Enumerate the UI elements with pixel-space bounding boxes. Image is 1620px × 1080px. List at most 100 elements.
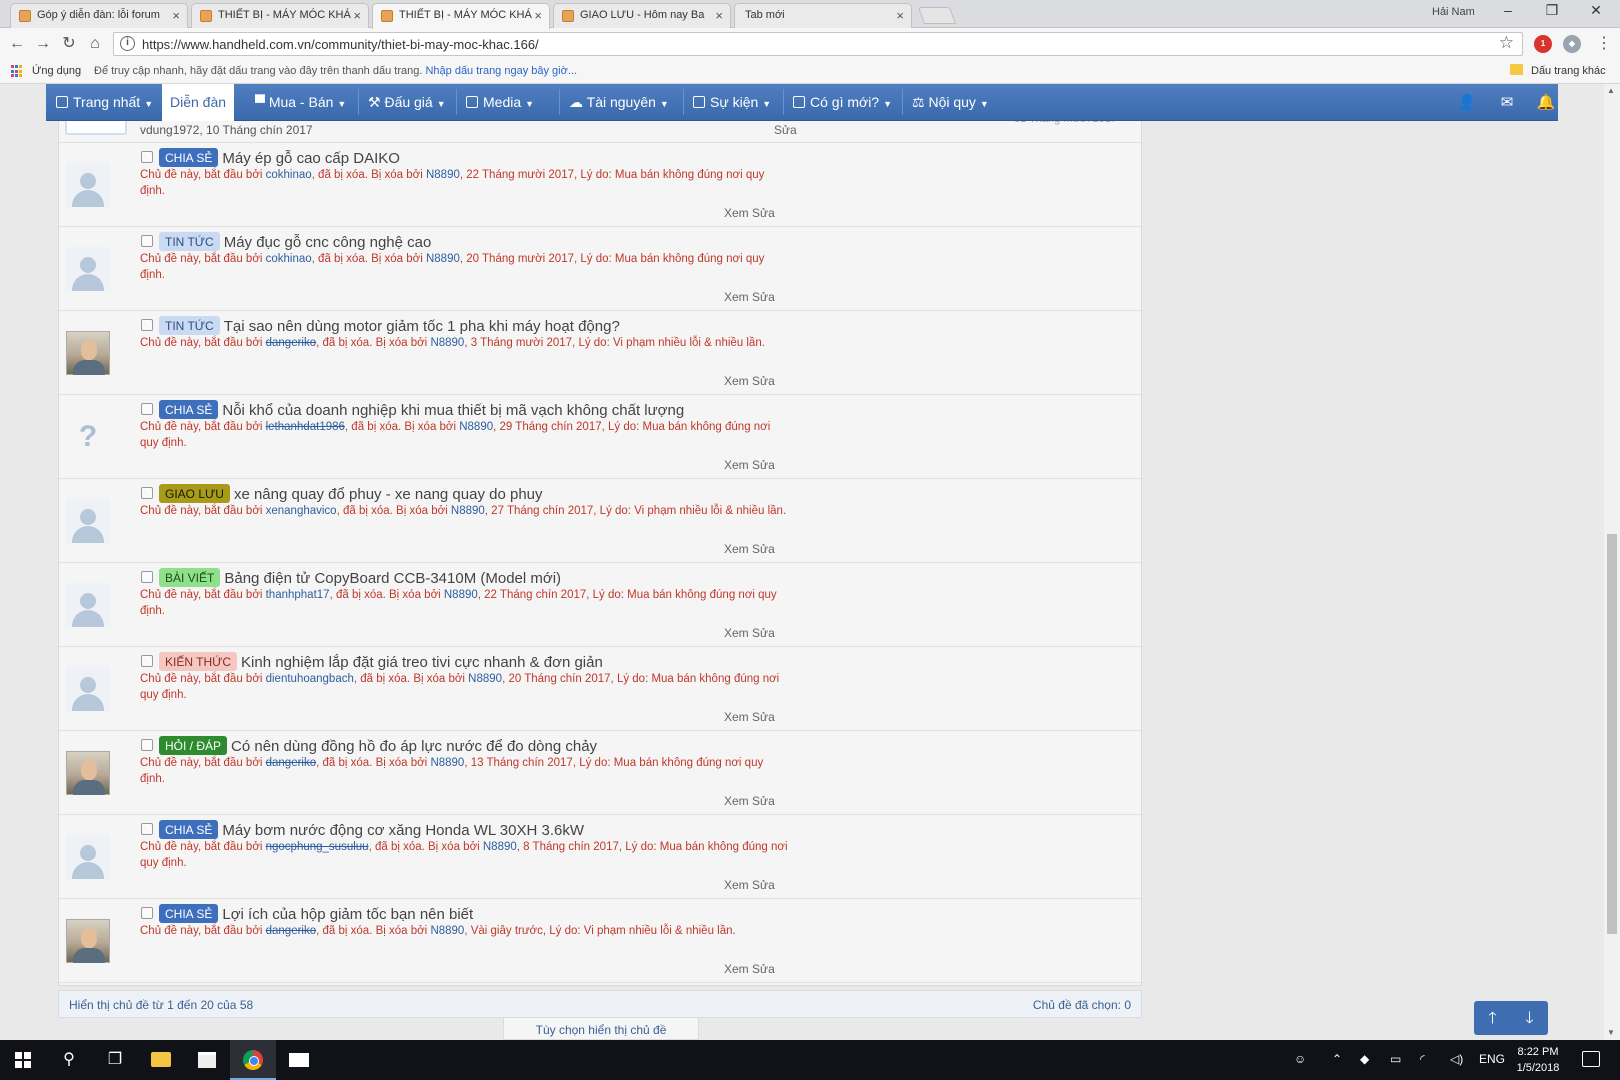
close-tab-icon[interactable]: × (534, 8, 542, 23)
thread-select-checkbox[interactable] (141, 739, 153, 751)
edit-link[interactable]: Sửa (752, 374, 775, 388)
thread-select-checkbox[interactable] (141, 319, 153, 331)
nav-forums[interactable]: Diễn đàn (162, 84, 235, 121)
edit-link[interactable]: Sửa (752, 626, 775, 640)
thread-title-link[interactable]: Có nên dùng đồng hồ đo áp lực nước để đo… (231, 738, 597, 755)
thread-title-link[interactable]: Nỗi khổ của doanh nghiệp khi mua thiết b… (222, 402, 684, 419)
view-link[interactable]: Xem (724, 794, 749, 808)
thread-prefix-badge[interactable]: TIN TỨC (159, 232, 220, 251)
deleter-link[interactable]: N8890 (430, 925, 464, 937)
deleter-link[interactable]: N8890 (430, 757, 464, 769)
url-input[interactable]: i https://www.handheld.com.vn/community/… (113, 32, 1523, 56)
avatar-placeholder-icon[interactable] (66, 583, 110, 627)
browser-tab[interactable]: Tab mới × (734, 3, 912, 28)
close-tab-icon[interactable]: × (353, 8, 361, 23)
close-tab-icon[interactable]: × (715, 8, 723, 23)
thread-select-checkbox[interactable] (141, 403, 153, 415)
thread-starter-link[interactable]: cokhinao (266, 253, 312, 265)
avatar[interactable] (66, 919, 110, 963)
thread-select-checkbox[interactable] (141, 151, 153, 163)
thread-select-checkbox[interactable] (141, 487, 153, 499)
inbox-icon[interactable]: ✉ (1497, 93, 1517, 111)
browser-tab[interactable]: Góp ý diễn đàn: lỗi forum × (10, 3, 188, 28)
mail-button[interactable] (276, 1040, 322, 1080)
thread-title-link[interactable]: Máy bơm nước động cơ xăng Honda WL 30XH … (222, 822, 584, 839)
show-hidden-icons-chevron-icon[interactable]: ⌃ (1332, 1052, 1342, 1066)
thread-title-link[interactable]: Kinh nghiệm lắp đặt giá treo tivi cực nh… (241, 654, 603, 671)
thread-starter-link[interactable]: dientuhoangbach (266, 673, 354, 685)
deleter-link[interactable]: N8890 (483, 841, 517, 853)
thread-starter-link[interactable]: dangeriko (266, 925, 317, 937)
scroll-top-arrow-icon[interactable]: 🡑 (1474, 1007, 1511, 1034)
nav-events[interactable]: Sự kiện ▼ (685, 84, 779, 120)
thread-title-link[interactable]: Lợi ích của hộp giảm tốc bạn nên biết (222, 906, 473, 923)
input-language[interactable]: ENG (1479, 1052, 1505, 1066)
search-icon[interactable]: ⚲ (46, 1040, 92, 1080)
forward-arrow-icon[interactable]: → (32, 33, 54, 55)
deleter-link[interactable]: N8890 (468, 673, 502, 685)
thread-prefix-badge[interactable]: BÀI VIẾT (159, 568, 221, 587)
edit-link[interactable]: Sửa (752, 290, 775, 304)
minimize-icon[interactable]: – (1488, 2, 1528, 18)
thread-select-checkbox[interactable] (141, 907, 153, 919)
avatar-placeholder-icon[interactable] (66, 667, 110, 711)
avatar-placeholder-icon[interactable] (66, 835, 110, 879)
nav-buy-sell[interactable]: ▀ Mua - Bán ▼ (247, 84, 354, 120)
thread-title-link[interactable]: Máy ép gỗ cao cấp DAIKO (222, 150, 400, 167)
thread-starter-link[interactable]: cokhinao (266, 169, 312, 181)
scrollbar-thumb[interactable] (1607, 534, 1617, 934)
browser-tab[interactable]: GIAO LƯU - Hôm nay Ba × (553, 3, 731, 28)
thread-title-link[interactable]: xe nâng quay đổ phuy - xe nang quay do p… (234, 486, 543, 503)
store-button[interactable] (184, 1040, 230, 1080)
new-tab-button[interactable] (917, 7, 957, 24)
thread-prefix-badge[interactable]: HỎI / ĐÁP (159, 736, 228, 755)
scroll-bottom-arrow-icon[interactable]: 🡓 (1511, 1007, 1548, 1034)
thread-title-link[interactable]: Bảng điện tử CopyBoard CCB-3410M (Model … (224, 570, 561, 587)
apps-grid-icon[interactable] (11, 65, 24, 78)
edit-link[interactable]: Sửa (752, 458, 775, 472)
thread-starter-link[interactable]: xenanghavico (266, 505, 337, 517)
restore-icon[interactable]: ❐ (1532, 2, 1572, 19)
avatar-unknown-icon[interactable]: ? (66, 415, 110, 459)
adblock-extension-icon[interactable]: 1 (1534, 35, 1552, 53)
edit-link[interactable]: Sửa (752, 962, 775, 976)
thread-prefix-badge[interactable]: TIN TỨC (159, 316, 220, 335)
apps-shortcut[interactable]: Ứng dụng (32, 65, 81, 77)
view-link[interactable]: Xem (724, 374, 749, 388)
view-link[interactable]: Xem (724, 962, 749, 976)
reload-icon[interactable]: ↻ (58, 33, 80, 55)
view-link[interactable]: Xem (724, 710, 749, 724)
edit-link[interactable]: Sửa (752, 542, 775, 556)
thread-prefix-badge[interactable]: CHIA SẺ (159, 400, 219, 419)
other-bookmarks[interactable]: Dấu trang khác (1531, 65, 1606, 77)
avatar[interactable] (66, 751, 110, 795)
selected-count[interactable]: Chủ đề đã chọn: 0 (1033, 998, 1131, 1012)
nav-whats-new[interactable]: Có gì mới? ▼ (785, 84, 900, 120)
thread-starter-link[interactable]: dangeriko (266, 337, 317, 349)
site-info-icon[interactable]: i (120, 36, 135, 51)
thread-select-checkbox[interactable] (141, 571, 153, 583)
thread-starter-link[interactable]: dangeriko (266, 757, 317, 769)
thread-prefix-badge[interactable]: CHIA SẺ (159, 148, 219, 167)
browser-tab-active[interactable]: THIẾT BỊ - MÁY MÓC KHÁ × (372, 3, 550, 29)
back-arrow-icon[interactable]: ← (6, 33, 28, 55)
action-center-icon[interactable] (1582, 1051, 1600, 1067)
thread-starter-link[interactable]: thanhphat17 (266, 589, 330, 601)
thread-select-checkbox[interactable] (141, 655, 153, 667)
avatar-placeholder-icon[interactable] (66, 163, 110, 207)
chrome-taskbar-button[interactable] (230, 1040, 276, 1080)
import-bookmarks-link[interactable]: Nhập dấu trang ngay bây giờ... (425, 65, 577, 77)
display-options-toggle[interactable]: Tùy chọn hiển thị chủ đề (503, 1018, 699, 1040)
close-window-icon[interactable]: ✕ (1576, 2, 1616, 19)
scroll-down-icon[interactable]: ▼ (1607, 1028, 1615, 1037)
edit-link[interactable]: Sửa (752, 878, 775, 892)
dropbox-extension-icon[interactable]: ◆ (1563, 35, 1581, 53)
close-tab-icon[interactable]: × (172, 8, 180, 23)
thread-select-checkbox[interactable] (141, 235, 153, 247)
user-account-icon[interactable]: 👤 (1457, 93, 1477, 111)
browser-tab[interactable]: THIẾT BỊ - MÁY MÓC KHÁ × (191, 3, 369, 28)
file-explorer-button[interactable] (138, 1040, 184, 1080)
alerts-bell-icon[interactable]: 🔔 (1536, 93, 1556, 111)
start-button[interactable] (0, 1040, 46, 1080)
view-link[interactable]: Xem (724, 290, 749, 304)
